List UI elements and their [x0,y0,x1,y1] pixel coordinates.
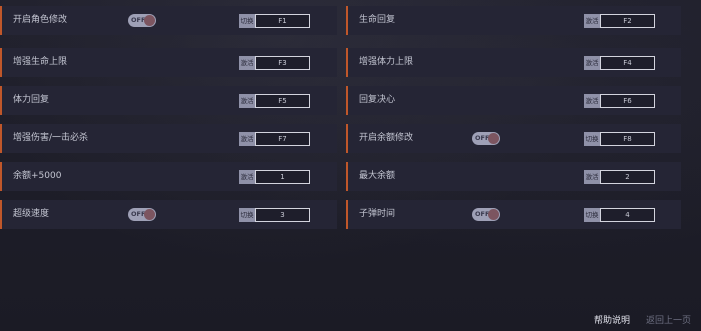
cheat-row: 最大余额 激活 2 [346,162,681,191]
cheat-row: 开启角色修改 OFF 切换 F1 [0,6,337,35]
hotkey-field[interactable]: 激活 2 [584,170,655,184]
hotkey-key[interactable]: F1 [255,14,310,28]
hotkey-action: 切换 [584,208,600,222]
cheat-label: 增强体力上限 [359,57,414,67]
hotkey-field[interactable]: 激活 1 [239,170,310,184]
hotkey-key[interactable]: F8 [600,132,655,146]
hotkey-action: 切换 [239,14,255,28]
toggle-switch[interactable]: OFF [472,208,500,221]
toggle-knob [144,15,155,26]
hotkey-key[interactable]: F7 [255,132,310,146]
hotkey-key[interactable]: 2 [600,170,655,184]
hotkey-field[interactable]: 激活 F2 [584,14,655,28]
hotkey-field[interactable]: 切换 3 [239,208,310,222]
hotkey-field[interactable]: 激活 F4 [584,56,655,70]
cheat-label: 增强生命上限 [13,57,68,67]
back-link[interactable]: 返回上一页 [646,313,691,329]
hotkey-field[interactable]: 切换 4 [584,208,655,222]
cheat-label: 最大余额 [359,171,396,181]
cheat-row: 增强伤害/一击必杀 激活 F7 [0,124,337,153]
toggle-switch[interactable]: OFF [472,132,500,145]
cheat-label: 增强伤害/一击必杀 [13,133,89,143]
hotkey-action: 激活 [239,170,255,184]
hotkey-key[interactable]: 3 [255,208,310,222]
hotkey-key[interactable]: 1 [255,170,310,184]
toggle-knob [488,133,499,144]
hotkey-key[interactable]: 4 [600,208,655,222]
hotkey-field[interactable]: 激活 F3 [239,56,310,70]
hotkey-action: 激活 [239,56,255,70]
toggle-knob [488,209,499,220]
cheat-row: 生命回复 激活 F2 [346,6,681,35]
toggle-switch[interactable]: OFF [128,14,156,27]
cheat-label: 余额+5000 [13,171,62,181]
toggle-switch[interactable]: OFF [128,208,156,221]
hotkey-key[interactable]: F3 [255,56,310,70]
cheat-row: 增强生命上限 激活 F3 [0,48,337,77]
cheat-row: 超级速度 OFF 切换 3 [0,200,337,229]
hotkey-action: 切换 [239,208,255,222]
cheat-label: 生命回复 [359,15,396,25]
hotkey-key[interactable]: F2 [600,14,655,28]
hotkey-field[interactable]: 激活 F5 [239,94,310,108]
hotkey-action: 激活 [239,94,255,108]
hotkey-field[interactable]: 激活 F7 [239,132,310,146]
cheat-label: 超级速度 [13,209,50,219]
hotkey-field[interactable]: 激活 F6 [584,94,655,108]
hotkey-action: 激活 [239,132,255,146]
cheat-row: 子弹时间 OFF 切换 4 [346,200,681,229]
hotkey-field[interactable]: 切换 F8 [584,132,655,146]
help-link[interactable]: 帮助说明 [594,313,630,329]
hotkey-action: 切换 [584,132,600,146]
cheat-label: 子弹时间 [359,209,396,219]
cheat-row: 体力回复 激活 F5 [0,86,337,115]
cheat-label: 开启余额修改 [359,133,414,143]
cheat-label: 体力回复 [13,95,50,105]
hotkey-action: 激活 [584,14,600,28]
cheat-row: 回复决心 激活 F6 [346,86,681,115]
hotkey-field[interactable]: 切换 F1 [239,14,310,28]
hotkey-action: 激活 [584,56,600,70]
cheat-row: 开启余额修改 OFF 切换 F8 [346,124,681,153]
hotkey-key[interactable]: F6 [600,94,655,108]
hotkey-action: 激活 [584,170,600,184]
cheat-label: 回复决心 [359,95,396,105]
toggle-knob [144,209,155,220]
cheat-row: 余额+5000 激活 1 [0,162,337,191]
hotkey-key[interactable]: F5 [255,94,310,108]
hotkey-action: 激活 [584,94,600,108]
cheat-label: 开启角色修改 [13,15,68,25]
hotkey-key[interactable]: F4 [600,56,655,70]
cheat-row: 增强体力上限 激活 F4 [346,48,681,77]
